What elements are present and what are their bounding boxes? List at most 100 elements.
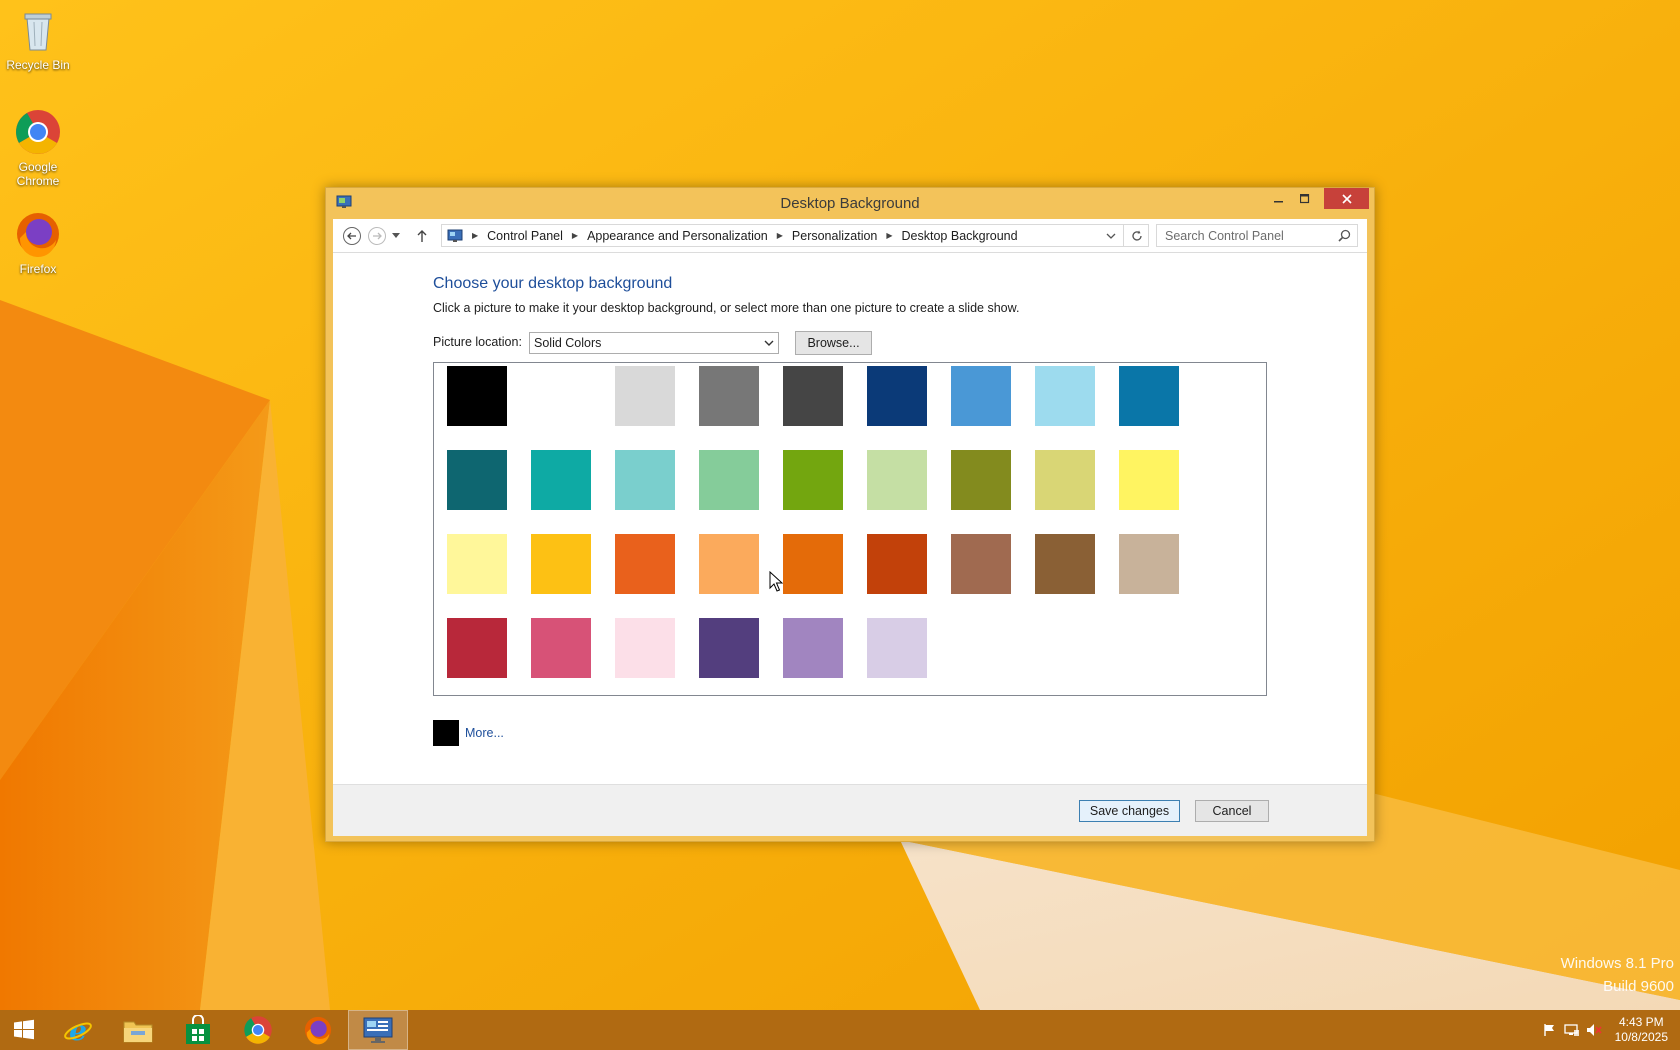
- firefox-icon: [14, 210, 62, 258]
- watermark-edition: Windows 8.1 Pro: [1560, 955, 1674, 972]
- desktop-icon-label: Firefox: [19, 262, 57, 276]
- window-title: Desktop Background: [780, 195, 920, 212]
- breadcrumb-separator-icon: ▶: [472, 231, 479, 240]
- clock-date: 10/8/2025: [1614, 1030, 1668, 1044]
- current-color-swatch[interactable]: [433, 720, 459, 746]
- color-swatch[interactable]: [783, 618, 843, 678]
- color-swatch[interactable]: [615, 450, 675, 510]
- firefox-icon: [304, 1016, 332, 1045]
- save-changes-button[interactable]: Save changes: [1079, 800, 1180, 822]
- color-swatch[interactable]: [615, 618, 675, 678]
- folder-icon: [123, 1021, 153, 1043]
- breadcrumb-separator-icon[interactable]: ▶: [567, 231, 583, 240]
- close-button[interactable]: [1324, 188, 1369, 209]
- color-swatch[interactable]: [783, 534, 843, 594]
- color-swatch[interactable]: [447, 618, 507, 678]
- dialog-footer: Save changes Cancel: [333, 784, 1367, 836]
- color-swatch[interactable]: [951, 450, 1011, 510]
- control-panel-icon: [442, 229, 467, 243]
- chrome-icon: [14, 108, 62, 156]
- store-icon: [186, 1015, 210, 1044]
- breadcrumb-desktop-background[interactable]: Desktop Background: [898, 229, 1022, 243]
- color-swatch[interactable]: [531, 618, 591, 678]
- chrome-icon: [244, 1016, 272, 1044]
- color-swatch[interactable]: [1119, 534, 1179, 594]
- desktop-icon-google-chrome[interactable]: Google Chrome: [0, 108, 76, 188]
- color-swatch[interactable]: [867, 618, 927, 678]
- desktop-background-window: Desktop Background ▶ Control Panel ▶ App…: [325, 187, 1375, 842]
- color-swatch[interactable]: [1035, 450, 1095, 510]
- color-swatch[interactable]: [783, 366, 843, 426]
- more-colors-link[interactable]: More...: [465, 726, 504, 740]
- cancel-button[interactable]: Cancel: [1195, 800, 1269, 822]
- breadcrumb-appearance-and-personalization[interactable]: Appearance and Personalization: [583, 229, 772, 243]
- up-button[interactable]: [411, 225, 433, 247]
- color-swatch[interactable]: [1035, 534, 1095, 594]
- color-swatch[interactable]: [867, 450, 927, 510]
- color-swatch[interactable]: [951, 534, 1011, 594]
- search-input[interactable]: [1157, 225, 1327, 246]
- browse-button[interactable]: Browse...: [795, 331, 872, 355]
- desktop-icon-recycle-bin[interactable]: Recycle Bin: [0, 6, 76, 72]
- color-swatch[interactable]: [699, 450, 759, 510]
- taskbar-clock[interactable]: 4:43 PM 10/8/2025: [1605, 1015, 1680, 1045]
- color-swatch[interactable]: [1119, 366, 1179, 426]
- color-swatch[interactable]: [951, 366, 1011, 426]
- page-description: Click a picture to make it your desktop …: [433, 301, 1020, 315]
- color-swatch-grid: [433, 362, 1267, 696]
- address-bar[interactable]: ▶ Control Panel ▶ Appearance and Persona…: [441, 224, 1149, 247]
- search-icon[interactable]: [1338, 229, 1351, 245]
- color-swatch[interactable]: [447, 534, 507, 594]
- chevron-down-icon: [392, 233, 400, 238]
- taskbar-internet-explorer[interactable]: e: [48, 1010, 108, 1050]
- maximize-button[interactable]: [1292, 188, 1318, 209]
- breadcrumb-personalization[interactable]: Personalization: [788, 229, 881, 243]
- color-swatch[interactable]: [531, 366, 591, 426]
- forward-button[interactable]: [366, 225, 388, 247]
- clock-time: 4:43 PM: [1618, 1015, 1664, 1029]
- breadcrumb-separator-icon[interactable]: ▶: [772, 231, 788, 240]
- taskbar-store[interactable]: [168, 1010, 228, 1050]
- back-arrow-icon: [343, 227, 361, 245]
- color-swatch[interactable]: [447, 450, 507, 510]
- window-titlebar[interactable]: Desktop Background: [326, 188, 1374, 219]
- recent-locations-button[interactable]: [389, 225, 403, 247]
- color-swatch[interactable]: [531, 450, 591, 510]
- start-button[interactable]: [0, 1010, 48, 1050]
- navigation-bar: ▶ Control Panel ▶ Appearance and Persona…: [333, 219, 1367, 253]
- taskbar-firefox[interactable]: [288, 1010, 348, 1050]
- color-swatch[interactable]: [615, 534, 675, 594]
- color-swatch[interactable]: [699, 366, 759, 426]
- network-icon[interactable]: [1561, 1010, 1583, 1050]
- internet-explorer-icon: e: [64, 1015, 92, 1045]
- back-button[interactable]: [341, 225, 363, 247]
- volume-muted-icon[interactable]: [1583, 1010, 1605, 1050]
- picture-location-value: Solid Colors: [534, 336, 602, 350]
- desktop-icon-firefox[interactable]: Firefox: [0, 210, 76, 276]
- color-swatch[interactable]: [447, 366, 507, 426]
- refresh-button[interactable]: [1123, 224, 1149, 247]
- search-box[interactable]: [1156, 224, 1358, 247]
- color-swatch[interactable]: [699, 618, 759, 678]
- address-history-dropdown[interactable]: [1100, 225, 1120, 246]
- color-swatch[interactable]: [783, 450, 843, 510]
- chevron-down-icon: [1106, 233, 1115, 239]
- breadcrumb-control-panel[interactable]: Control Panel: [483, 229, 567, 243]
- taskbar-chrome[interactable]: [228, 1010, 288, 1050]
- minimize-button[interactable]: [1266, 188, 1292, 209]
- taskbar-control-panel[interactable]: [348, 1010, 408, 1050]
- color-swatch[interactable]: [1035, 366, 1095, 426]
- color-swatch[interactable]: [615, 366, 675, 426]
- taskbar-file-explorer[interactable]: [108, 1010, 168, 1050]
- action-center-flag-icon[interactable]: [1539, 1010, 1561, 1050]
- color-swatch[interactable]: [531, 534, 591, 594]
- color-swatch[interactable]: [867, 534, 927, 594]
- picture-location-select[interactable]: Solid Colors: [529, 332, 779, 354]
- color-swatch[interactable]: [867, 366, 927, 426]
- up-arrow-icon: [417, 230, 427, 242]
- color-swatch[interactable]: [1119, 450, 1179, 510]
- color-swatch[interactable]: [699, 534, 759, 594]
- breadcrumb-separator-icon[interactable]: ▶: [881, 231, 897, 240]
- mouse-cursor-icon: [769, 570, 784, 596]
- recycle-bin-icon: [14, 6, 62, 54]
